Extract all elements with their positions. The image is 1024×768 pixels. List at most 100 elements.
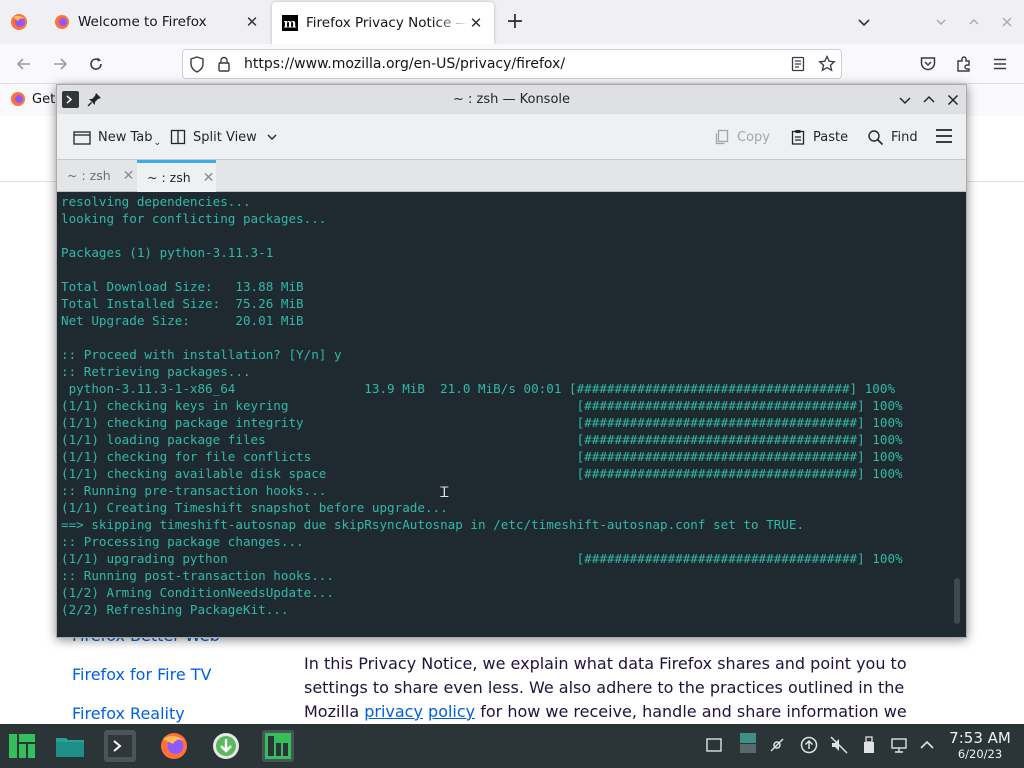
tab-privacy-notice[interactable]: m Firefox Privacy Notice — Mozilla ✕ bbox=[272, 2, 494, 44]
side-link-reality[interactable]: Firefox Reality bbox=[72, 704, 185, 723]
pocket-icon[interactable] bbox=[919, 55, 937, 73]
hamburger-menu-icon[interactable] bbox=[935, 128, 953, 144]
tab-welcome[interactable]: Welcome to Firefox ✕ bbox=[44, 0, 270, 44]
terminal-line: Packages (1) python-3.11.3-1 bbox=[61, 245, 274, 260]
terminal-line: Net Upgrade Size: 20.01 MiB bbox=[61, 313, 304, 328]
text-cursor-ibeam-icon: Ꮖ bbox=[440, 485, 450, 501]
usb-device-icon[interactable] bbox=[860, 736, 878, 754]
list-all-tabs-icon[interactable] bbox=[856, 14, 874, 30]
copy-button[interactable]: Copy bbox=[714, 126, 770, 148]
dropdown-indicator-icon: ⌄ bbox=[153, 138, 162, 148]
terminal-line: :: Processing package changes... bbox=[61, 534, 304, 549]
copy-icon bbox=[715, 129, 729, 145]
terminal-line: (1/1) upgrading python [################… bbox=[61, 551, 903, 566]
new-tab-button[interactable]: + bbox=[505, 11, 525, 33]
manjaro-app-icon[interactable] bbox=[262, 730, 294, 762]
konsole-tab[interactable]: ~ : zsh ✕ bbox=[57, 160, 137, 191]
update-icon[interactable] bbox=[800, 736, 818, 754]
clock-time: 7:53 AM bbox=[949, 729, 1011, 747]
konsole-tab-bar: ~ : zsh ✕ ~ : zsh ✕ bbox=[57, 160, 966, 192]
virtual-desktop-pager-icon[interactable] bbox=[739, 732, 757, 753]
digital-clock[interactable]: 7:53 AM 6/20/23 bbox=[944, 729, 1016, 761]
extensions-icon[interactable] bbox=[955, 55, 973, 73]
konsole-taskbar-icon[interactable] bbox=[104, 730, 136, 762]
side-link-fire-tv[interactable]: Firefox for Fire TV bbox=[72, 665, 211, 684]
firefox-bookmark-icon bbox=[10, 91, 26, 107]
network-settings-icon[interactable] bbox=[768, 736, 786, 754]
tab-close-icon[interactable]: ✕ bbox=[468, 14, 484, 32]
url-text[interactable]: https://www.mozilla.org/en-US/privacy/fi… bbox=[244, 56, 565, 72]
terminal-line: ==> skipping timeshift-autosnap due skip… bbox=[61, 517, 805, 532]
firefox-taskbar-icon[interactable] bbox=[158, 730, 190, 762]
mozilla-favicon-icon: m bbox=[282, 15, 298, 31]
paste-label: Paste bbox=[813, 129, 849, 145]
terminal-line: Total Installed Size: 75.26 MiB bbox=[61, 296, 304, 311]
konsole-window: ~ : zsh — Konsole New Tab ⌄ Split View C… bbox=[56, 84, 967, 638]
terminal-line: :: Running post-transaction hooks... bbox=[61, 568, 334, 583]
maximize-icon[interactable] bbox=[966, 14, 982, 30]
konsole-tab-label: ~ : zsh bbox=[67, 168, 111, 183]
firefox-favicon-icon bbox=[54, 14, 70, 30]
terminal-line: Total Download Size: 13.88 MiB bbox=[61, 279, 304, 294]
volume-muted-icon[interactable] bbox=[830, 736, 848, 754]
tab-title: Welcome to Firefox bbox=[78, 14, 207, 30]
terminal-output[interactable]: resolving dependencies... looking for con… bbox=[57, 192, 966, 637]
terminal-line: (1/1) checking keys in keyring [########… bbox=[61, 398, 903, 413]
terminal-line: (1/1) loading package files [###########… bbox=[61, 432, 903, 447]
url-bar[interactable]: https://www.mozilla.org/en-US/privacy/fi… bbox=[182, 49, 842, 79]
copy-label: Copy bbox=[737, 129, 770, 145]
reader-view-icon[interactable] bbox=[790, 56, 806, 72]
terminal-line: python-3.11.3-1-x86_64 13.9 MiB 21.0 MiB… bbox=[61, 381, 896, 396]
window-title: ~ : zsh — Konsole bbox=[452, 92, 571, 107]
system-tray-expand-icon[interactable] bbox=[918, 736, 936, 754]
navigation-toolbar: https://www.mozilla.org/en-US/privacy/fi… bbox=[0, 44, 1024, 84]
back-arrow-icon[interactable] bbox=[15, 55, 33, 73]
lock-icon[interactable] bbox=[217, 56, 231, 72]
konsole-toolbar: New Tab ⌄ Split View Copy Paste Find bbox=[57, 114, 966, 160]
close-window-icon[interactable] bbox=[999, 14, 1015, 30]
paste-button[interactable]: Paste bbox=[790, 126, 848, 148]
tab-close-icon[interactable]: ✕ bbox=[203, 170, 215, 186]
wired-network-icon[interactable] bbox=[890, 736, 908, 754]
maximize-icon[interactable] bbox=[921, 92, 937, 108]
terminal-line: (1/1) checking available disk space [###… bbox=[61, 466, 903, 481]
file-manager-icon[interactable] bbox=[54, 730, 86, 762]
clock-date: 6/20/23 bbox=[957, 747, 1003, 761]
forward-arrow-icon[interactable] bbox=[51, 55, 69, 73]
split-view-label: Split View bbox=[193, 129, 257, 145]
chevron-down-icon bbox=[267, 134, 277, 140]
manjaro-menu-icon[interactable] bbox=[6, 730, 38, 762]
bookmark-star-icon[interactable] bbox=[818, 55, 836, 73]
privacy-policy-link[interactable]: privacy bbox=[364, 702, 423, 721]
konsole-tab-active[interactable]: ~ : zsh ✕ bbox=[137, 160, 216, 192]
firefox-view-icon[interactable] bbox=[10, 13, 28, 31]
minimize-icon[interactable] bbox=[897, 92, 913, 108]
terminal-line: :: Retrieving packages... bbox=[61, 364, 251, 379]
terminal-scrollbar[interactable] bbox=[954, 578, 960, 624]
taskbar: 7:53 AM 6/20/23 bbox=[0, 724, 1024, 768]
tab-close-icon[interactable]: ✕ bbox=[244, 13, 260, 31]
terminal-line: :: Running pre-transaction hooks... bbox=[61, 483, 327, 498]
tracking-protection-shield-icon[interactable] bbox=[189, 56, 205, 73]
new-tab-icon bbox=[73, 131, 91, 145]
show-desktop-icon[interactable] bbox=[705, 736, 723, 754]
new-tab-button[interactable]: New Tab ⌄ bbox=[73, 126, 161, 148]
terminal-line: resolving dependencies... bbox=[61, 194, 251, 209]
reload-icon[interactable] bbox=[87, 55, 105, 73]
hamburger-menu-icon[interactable] bbox=[991, 55, 1009, 73]
terminal-line: (1/2) Arming ConditionNeedsUpdate... bbox=[61, 585, 334, 600]
terminal-line: (1/1) Creating Timeshift snapshot before… bbox=[61, 500, 448, 515]
split-view-button[interactable]: Split View bbox=[170, 126, 278, 148]
minimize-icon[interactable] bbox=[933, 14, 949, 30]
tab-close-icon[interactable]: ✕ bbox=[123, 168, 135, 184]
download-manager-icon[interactable] bbox=[210, 730, 242, 762]
privacy-policy-link-cont[interactable]: policy bbox=[428, 702, 475, 721]
terminal-line: (1/1) checking package integrity [######… bbox=[61, 415, 903, 430]
terminal-line: (1/1) checking for file conflicts [#####… bbox=[61, 449, 903, 464]
find-button[interactable]: Find bbox=[867, 126, 918, 148]
close-icon[interactable] bbox=[945, 92, 961, 108]
konsole-titlebar[interactable]: ~ : zsh — Konsole bbox=[57, 85, 966, 114]
bookmark-item[interactable]: Get bbox=[10, 91, 55, 107]
svg-text:m: m bbox=[284, 17, 297, 31]
paste-icon bbox=[791, 130, 805, 145]
